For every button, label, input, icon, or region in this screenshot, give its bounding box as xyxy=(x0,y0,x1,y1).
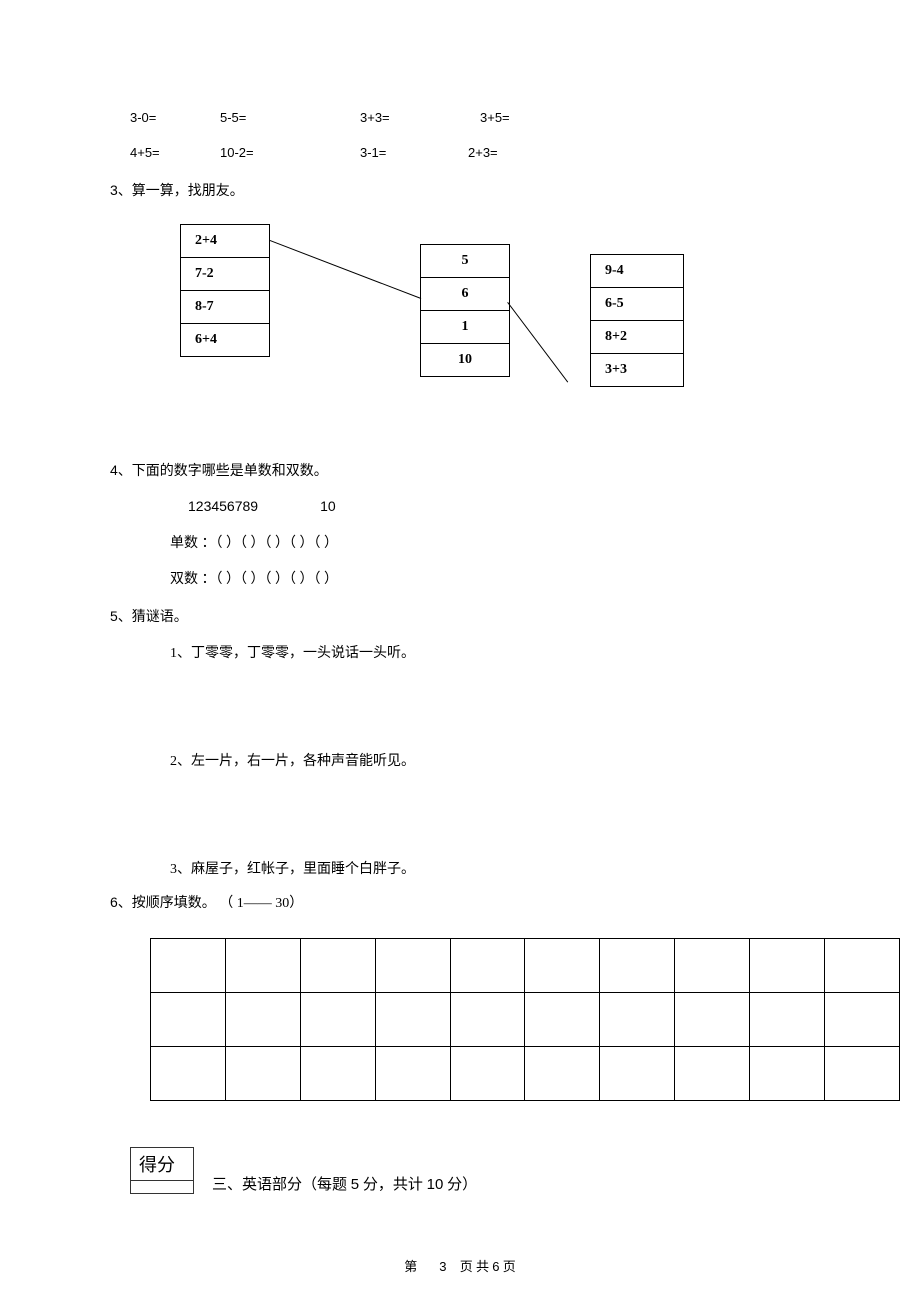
q5-number: 5、 xyxy=(110,608,132,624)
riddle-3: 3、麻屋子，红帐子，里面睡个白胖子。 xyxy=(170,858,790,878)
left-stack: 2+4 7-2 8-7 6+4 xyxy=(180,224,270,357)
arith-cell: 4+5= xyxy=(130,145,220,160)
arith-cell: 3-1= xyxy=(360,145,468,160)
section3-text-a: 三、英语部分（每题 xyxy=(212,1177,351,1193)
right-cell: 6-5 xyxy=(591,288,683,321)
question-6: 6、按顺序填数。 （ 1—— 30） xyxy=(110,892,790,912)
match-line xyxy=(270,240,422,299)
q4-digits: 123456789 xyxy=(188,498,258,514)
middle-stack: 5 6 1 10 xyxy=(420,244,510,377)
score-label: 得分 xyxy=(131,1148,193,1181)
arith-cell: 3+5= xyxy=(480,110,510,125)
q6-number: 6、 xyxy=(110,894,132,910)
q4-text: 下面的数字哪些是单数和双数。 xyxy=(132,464,328,479)
score-section-wrapper: 得分 三、英语部分（每题 5 分，共计 10 分） xyxy=(130,1147,790,1194)
arith-cell: 5-5= xyxy=(220,110,360,125)
right-cell: 8+2 xyxy=(591,321,683,354)
right-stack: 9-4 6-5 8+2 3+3 xyxy=(590,254,684,387)
left-cell: 6+4 xyxy=(181,324,269,356)
question-5: 5、猜谜语。 xyxy=(110,606,790,626)
q4-ten: 10 xyxy=(320,498,336,514)
score-box: 得分 xyxy=(130,1147,194,1194)
question-3: 3、算一算，找朋友。 xyxy=(110,180,790,200)
mid-cell: 5 xyxy=(421,245,509,278)
right-cell: 9-4 xyxy=(591,255,683,288)
q4-even-line: 双数 ：（ ）（ ）（ ）（ ）（ ） xyxy=(170,568,790,588)
footer-suffix-a: 页 共 xyxy=(456,1259,492,1274)
arith-cell: 3+3= xyxy=(360,110,480,125)
q4-number: 4、 xyxy=(110,462,132,478)
question-4: 4、下面的数字哪些是单数和双数。 xyxy=(110,460,790,480)
mid-cell: 6 xyxy=(421,278,509,311)
arithmetic-row-2: 4+5= 10-2= 3-1= 2+3= xyxy=(130,145,790,160)
q5-text: 猜谜语。 xyxy=(132,610,188,625)
arith-cell: 2+3= xyxy=(468,145,498,160)
q6-text: 按顺序填数。 （ 1—— 30） xyxy=(132,896,304,911)
match-diagram: 2+4 7-2 8-7 6+4 5 6 1 10 9-4 6-5 8+2 3+3 xyxy=(170,224,830,424)
section3-text-c: 分） xyxy=(443,1177,477,1193)
footer-suffix-b: 页 xyxy=(499,1259,515,1274)
section3-ten: 10 xyxy=(427,1176,444,1193)
footer-page: 3 xyxy=(439,1259,446,1274)
section3-text-b: 分，共计 xyxy=(359,1177,427,1193)
footer-prefix: 第 xyxy=(404,1259,417,1274)
section3-five: 5 xyxy=(351,1176,359,1193)
q3-text: 算一算，找朋友。 xyxy=(132,184,244,199)
mid-cell: 10 xyxy=(421,344,509,376)
right-cell: 3+3 xyxy=(591,354,683,386)
q3-number: 3、 xyxy=(110,182,132,198)
left-cell: 2+4 xyxy=(181,225,269,258)
page-footer: 第3 页 共 6 页 xyxy=(0,1256,920,1275)
match-line xyxy=(507,302,568,382)
arithmetic-row-1: 3-0= 5-5= 3+3= 3+5= xyxy=(130,110,790,125)
q4-digits-row: 123456789 10 xyxy=(170,498,790,514)
left-cell: 7-2 xyxy=(181,258,269,291)
section-3-title: 三、英语部分（每题 5 分，共计 10 分） xyxy=(212,1173,477,1194)
arith-cell: 3-0= xyxy=(130,110,220,125)
riddle-2: 2、左一片，右一片，各种声音能听见。 xyxy=(170,750,790,770)
left-cell: 8-7 xyxy=(181,291,269,324)
mid-cell: 1 xyxy=(421,311,509,344)
q4-odd-line: 单数 ：（ ）（ ）（ ）（ ）（ ） xyxy=(170,532,790,552)
arith-cell: 10-2= xyxy=(220,145,360,160)
riddle-1: 1、丁零零，丁零零，一头说话一头听。 xyxy=(170,642,790,662)
sequence-table xyxy=(150,938,900,1101)
